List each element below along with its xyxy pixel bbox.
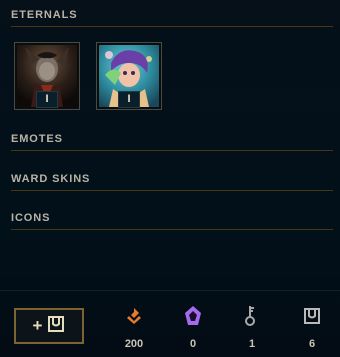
currency-key: 1 — [232, 304, 272, 350]
section-title-icons[interactable]: ICONS — [11, 212, 50, 224]
eternal-tile[interactable]: I — [14, 42, 80, 110]
section-divider — [11, 150, 333, 151]
plus-label: + — [32, 316, 43, 335]
key-icon — [232, 304, 272, 328]
eternal-count-badge: I — [118, 91, 140, 108]
chest-icon — [292, 304, 332, 328]
currency-value: 6 — [308, 338, 316, 350]
footer-separator — [0, 290, 340, 291]
eternal-tile[interactable]: I — [96, 42, 162, 110]
currency-value: 0 — [189, 338, 197, 350]
currency-mythic-essence: 0 — [173, 304, 213, 350]
section-divider — [11, 229, 333, 230]
chest-icon — [47, 315, 65, 338]
currency-value: 200 — [124, 338, 144, 350]
orange-essence-icon — [114, 304, 154, 328]
mythic-essence-icon — [173, 304, 213, 328]
section-divider — [11, 26, 333, 27]
section-title-ward-skins[interactable]: WARD SKINS — [11, 173, 90, 185]
add-chest-button[interactable]: + — [14, 308, 84, 344]
section-divider — [11, 190, 333, 191]
currency-value: 1 — [248, 338, 256, 350]
currency-chest: 6 — [292, 304, 332, 350]
loot-panel: ETERNALS I I EMOTES WARD SKINS ICONS + 2… — [0, 0, 340, 357]
section-title-emotes[interactable]: EMOTES — [11, 133, 63, 145]
currency-orange-essence: 200 — [114, 304, 154, 350]
eternal-count-badge: I — [36, 91, 58, 108]
section-title-eternals: ETERNALS — [11, 9, 78, 21]
